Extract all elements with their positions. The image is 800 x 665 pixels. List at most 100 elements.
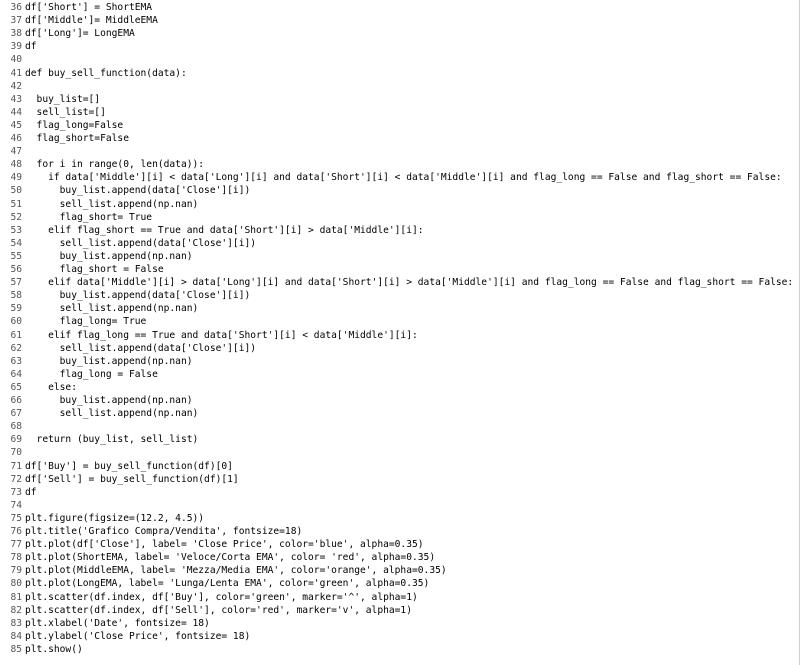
line-number: 78 — [10, 552, 22, 564]
line-number: 44 — [10, 106, 22, 118]
code-line[interactable]: 46 flag_short=False — [0, 132, 129, 145]
code-line[interactable]: 69 return (buy_list, sell_list) — [0, 433, 198, 446]
line-number: 40 — [10, 54, 22, 66]
code-text: plt.scatter(df.index, df['Sell'], color=… — [25, 604, 412, 616]
line-number: 54 — [10, 237, 22, 249]
line-number: 46 — [10, 133, 22, 144]
code-line[interactable]: 84 plt.ylabel('Close Price', fontsize= 18… — [0, 630, 250, 643]
code-text: df['Sell'] = buy_sell_function(df)[1] — [25, 473, 239, 485]
code-line[interactable]: 68 — [0, 420, 25, 433]
code-line[interactable]: 85 plt.show() — [0, 643, 83, 656]
code-line[interactable]: 59 sell_list.append(np.nan) — [0, 302, 198, 315]
code-editor[interactable]: 36 df['Short'] = ShortEMA 37 df['Middle']= … — [0, 0, 800, 665]
code-line[interactable]: 57 elif data['Middle'][i] > data['Long']… — [0, 276, 793, 289]
code-line[interactable]: 75 plt.figure(figsize=(12.2, 4.5)) — [0, 512, 204, 525]
code-text: elif flag_long == True and data['Short']… — [25, 329, 418, 341]
code-line[interactable]: 41 def buy_sell_function(data): — [0, 67, 186, 80]
code-text: buy_list.append(np.nan) — [25, 395, 193, 406]
code-text: df['Short'] = ShortEMA — [25, 2, 153, 13]
line-number: 51 — [10, 198, 22, 210]
code-line[interactable]: 49 if data['Middle'][i] < data['Long'][i… — [0, 171, 782, 184]
line-number: 42 — [10, 80, 22, 92]
code-text: flag_long = False — [25, 368, 158, 380]
code-line[interactable]: 42 — [0, 80, 25, 93]
line-number: 77 — [10, 539, 22, 551]
code-line[interactable]: 63 buy_list.append(np.nan) — [0, 355, 192, 368]
code-line[interactable]: 51 sell_list.append(np.nan) — [0, 198, 198, 211]
line-number: 45 — [10, 119, 22, 131]
code-line[interactable]: 79 plt.plot(MiddleEMA, label= 'Mezza/Medi… — [0, 564, 446, 577]
code-line[interactable]: 71 df['Buy'] = buy_sell_function(df)[0] — [0, 460, 233, 473]
code-text: flag_long= True — [25, 316, 147, 328]
code-line[interactable]: 55 buy_list.append(np.nan) — [0, 250, 193, 263]
code-text: buy_list.append(data['Close'][i]) — [25, 290, 251, 302]
line-number: 43 — [10, 93, 22, 105]
code-line[interactable]: 56 flag_short = False — [0, 263, 164, 276]
code-line[interactable]: 66 buy_list.append(np.nan) — [0, 394, 193, 407]
code-text: df — [25, 486, 37, 498]
code-text: flag_short = False — [25, 264, 164, 275]
code-line[interactable]: 70 — [0, 446, 25, 459]
code-line[interactable]: 36 df['Short'] = ShortEMA — [0, 1, 152, 14]
code-text: if data['Middle'][i] < data['Long'][i] a… — [25, 172, 782, 184]
line-number: 48 — [10, 159, 22, 171]
code-line[interactable]: 77 plt.plot(df['Close'], label= 'Close Pr… — [0, 538, 424, 551]
code-line[interactable]: 40 — [0, 53, 25, 66]
code-line[interactable]: 78 plt.plot(ShortEMA, label= 'Veloce/Cort… — [0, 551, 435, 564]
line-number: 63 — [10, 355, 22, 367]
code-line[interactable]: 48 for i in range(0, len(data)): — [0, 158, 204, 171]
line-number: 71 — [10, 460, 22, 472]
code-text: flag_short=False — [25, 133, 129, 144]
line-number: 47 — [10, 146, 22, 158]
line-number: 56 — [10, 264, 22, 275]
line-number: 80 — [10, 578, 22, 590]
line-number: 74 — [10, 499, 22, 511]
code-line[interactable]: 53 elif flag_short == True and data['Sho… — [0, 224, 423, 237]
code-line[interactable]: 47 — [0, 145, 25, 158]
code-text: sell_list.append(np.nan) — [25, 408, 199, 420]
code-text: buy_list.append(np.nan) — [25, 250, 193, 262]
code-line[interactable]: 52 flag_short= True — [0, 211, 152, 224]
line-number: 75 — [10, 512, 22, 524]
code-line[interactable]: 38 df['Long']= LongEMA — [0, 27, 134, 40]
code-line[interactable]: 37 df['Middle']= MiddleEMA — [0, 14, 157, 27]
code-line[interactable]: 50 buy_list.append(data['Close'][i]) — [0, 184, 250, 197]
code-line[interactable]: 58 buy_list.append(data['Close'][i]) — [0, 289, 250, 302]
code-text: plt.show() — [25, 643, 83, 655]
code-line[interactable]: 60 flag_long= True — [0, 315, 146, 328]
code-line[interactable]: 73 df — [0, 486, 37, 499]
code-text: sell_list.append(data['Close'][i]) — [25, 237, 257, 249]
line-number: 55 — [10, 250, 22, 262]
code-line[interactable]: 67 sell_list.append(np.nan) — [0, 407, 198, 420]
code-text: plt.title('Grafico Compra/Vendita', font… — [25, 526, 303, 537]
code-text: plt.plot(df['Close'], label= 'Close Pric… — [25, 539, 424, 551]
line-number: 72 — [10, 473, 22, 485]
line-number: 81 — [10, 591, 22, 603]
code-text: plt.xlabel('Date', fontsize= 18) — [25, 617, 210, 629]
code-line[interactable]: 81 plt.scatter(df.index, df['Buy'], color… — [0, 591, 417, 604]
code-line[interactable]: 72 df['Sell'] = buy_sell_function(df)[1] — [0, 473, 239, 486]
code-line[interactable]: 43 buy_list=[] — [0, 93, 100, 106]
line-number: 68 — [10, 421, 22, 433]
code-line[interactable]: 44 sell_list=[] — [0, 106, 105, 119]
code-line[interactable]: 64 flag_long = False — [0, 368, 158, 381]
code-text: buy_list.append(data['Close'][i]) — [25, 185, 251, 197]
line-number: 84 — [10, 630, 22, 642]
code-line[interactable]: 83 plt.xlabel('Date', fontsize= 18) — [0, 617, 210, 630]
code-line[interactable]: 54 sell_list.append(data['Close'][i]) — [0, 237, 256, 250]
line-number: 61 — [10, 329, 22, 341]
code-line[interactable]: 61 elif flag_long == True and data['Shor… — [0, 329, 418, 342]
code-line[interactable]: 65 else: — [0, 381, 77, 394]
code-line[interactable]: 76 plt.title('Grafico Compra/Vendita', fo… — [0, 525, 302, 538]
line-number: 73 — [10, 486, 22, 498]
line-number: 85 — [10, 643, 22, 655]
line-number: 57 — [10, 277, 22, 289]
code-line[interactable]: 82 plt.scatter(df.index, df['Sell'], colo… — [0, 604, 412, 617]
code-text: plt.ylabel('Close Price', fontsize= 18) — [25, 630, 251, 642]
code-line[interactable]: 62 sell_list.append(data['Close'][i]) — [0, 342, 256, 355]
code-line[interactable]: 39 df — [0, 40, 36, 53]
code-line[interactable]: 45 flag_long=False — [0, 119, 123, 132]
code-line[interactable]: 80 plt.plot(LongEMA, label= 'Lunga/Lenta … — [0, 577, 429, 590]
code-line[interactable]: 74 — [0, 499, 25, 512]
code-text: else: — [25, 381, 77, 393]
